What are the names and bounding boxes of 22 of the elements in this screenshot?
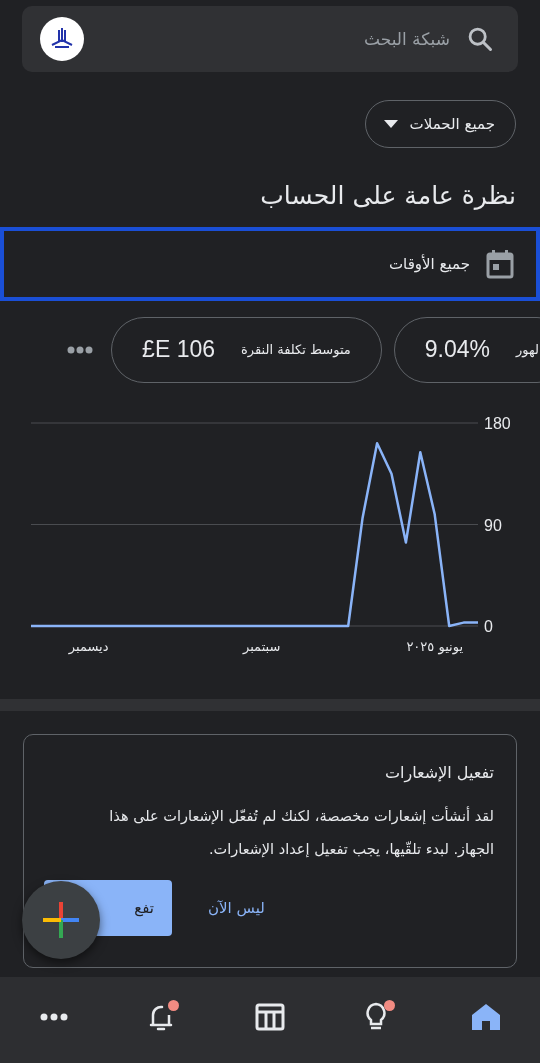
x-axis-label: يونيو ٢٠٢٥	[406, 638, 464, 654]
add-fab[interactable]	[22, 880, 100, 959]
x-axis-label: سبتمبر	[243, 638, 281, 654]
home-icon	[471, 1003, 501, 1031]
calendar-icon	[486, 248, 514, 279]
page-title: نظرة عامة على الحساب	[259, 180, 516, 212]
x-axis-label: ديسمبر	[68, 638, 109, 654]
card-message: لقد أنشأت إشعارات مخصصة، لكنك لم تُفعّل الإشعارات على هذا الجهاز. لبدء تلقّيها، يجب تفعيل إعداد الإشعارات.	[108, 805, 494, 860]
y-axis-label: 180	[484, 414, 511, 432]
caret-icon	[383, 120, 398, 128]
card-title: تفعيل الإشعارات	[383, 762, 494, 782]
y-axis-label: 0	[484, 617, 493, 635]
search-icon	[466, 25, 494, 53]
plus-icon	[43, 901, 79, 938]
search-field[interactable]: شبكة البحث	[98, 28, 452, 50]
date-range-selector[interactable]: جميع الأوقات	[0, 226, 540, 301]
table-icon	[255, 1003, 285, 1031]
account-logo-icon[interactable]	[40, 17, 84, 61]
not-now-link[interactable]: ليس الآن	[202, 898, 271, 919]
more-icon	[40, 1013, 68, 1021]
more-icon[interactable]	[67, 345, 94, 354]
y-axis-label: 90	[484, 516, 502, 533]
